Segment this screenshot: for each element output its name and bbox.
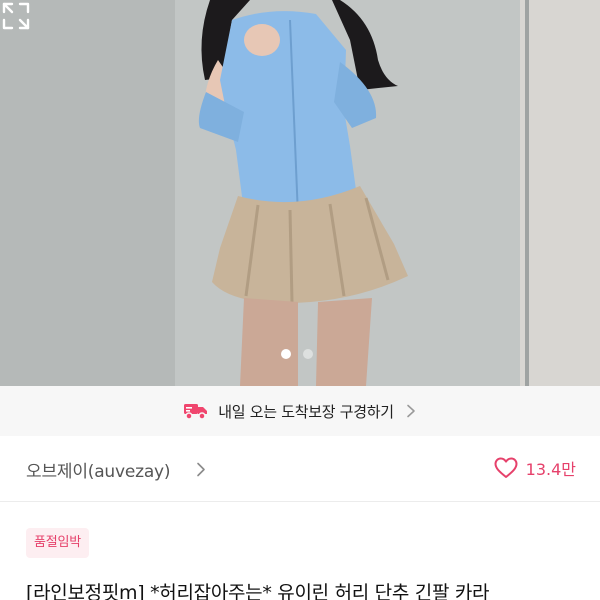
carousel-indicator: [281, 349, 313, 359]
divider: [0, 501, 600, 502]
delivery-guarantee-banner[interactable]: 내일 오는 도착보장 구경하기: [0, 386, 600, 436]
shop-row: 오브제이(auvezay) 13.4만: [0, 436, 600, 502]
carousel-dot-active[interactable]: [281, 349, 291, 359]
carousel-dot[interactable]: [303, 349, 313, 359]
chevron-right-icon[interactable]: [196, 462, 206, 477]
like-button[interactable]: 13.4만: [494, 456, 576, 480]
status-badge: 품절임박: [26, 528, 90, 558]
chevron-right-icon: [406, 404, 415, 418]
like-count: 13.4만: [525, 460, 576, 479]
product-title: [라인보정핏m] *허리잡아주는* 유이린 허리 단추 긴팔 카라: [26, 582, 490, 600]
heart-outline-icon: [494, 457, 518, 478]
delivery-banner-text: 내일 오는 도착보장 구경하기: [218, 402, 394, 421]
shop-name-link[interactable]: 오브제이(auvezay): [26, 457, 171, 482]
product-photo-illustration: [0, 0, 600, 386]
truck-icon: [184, 404, 208, 420]
product-detail-page: 내일 오는 도착보장 구경하기 오브제이(auvezay) 13.4만 품절임박…: [0, 0, 600, 600]
product-image[interactable]: [0, 0, 600, 386]
expand-icon[interactable]: [0, 0, 32, 32]
